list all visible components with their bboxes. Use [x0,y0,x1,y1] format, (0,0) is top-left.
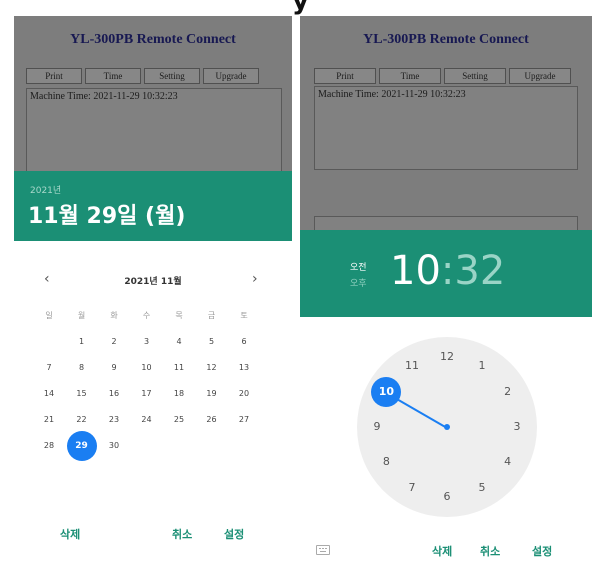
calendar-day[interactable]: 24 [134,410,160,430]
calendar-day[interactable]: 9 [101,358,127,378]
calendar-day[interactable]: 11 [166,358,192,378]
set-button[interactable]: 설정 [224,526,244,542]
month-label: 2021년 11월 [124,277,182,287]
clock-number[interactable]: 11 [402,358,422,374]
calendar-day[interactable]: 10 [134,358,160,378]
calendar-day[interactable]: 26 [199,410,225,430]
calendar-day[interactable]: 6 [231,332,257,352]
cancel-button[interactable]: 취소 [172,526,192,542]
clock-center-dot [444,424,450,430]
delete-button[interactable]: 삭제 [432,543,452,559]
calendar-day[interactable]: 4 [166,332,192,352]
time-picker-screen: YL-300PB Remote Connect Print Time Setti… [300,16,592,567]
date-picker-screen: YL-300PB Remote Connect Print Time Setti… [14,16,292,567]
clock-number[interactable]: 2 [498,384,518,400]
minute-display[interactable]: 32 [454,248,505,294]
clock-number[interactable]: 1 [472,358,492,374]
set-button[interactable]: 설정 [532,543,552,559]
calendar-day[interactable]: 18 [166,384,192,404]
keyboard-icon[interactable] [316,545,330,555]
calendar-day[interactable]: 7 [36,358,62,378]
calendar-day[interactable]: 5 [199,332,225,352]
weekday-label: 토 [240,311,248,320]
calendar-day[interactable]: 19 [199,384,225,404]
chevron-right-icon[interactable]: › [252,271,258,287]
calendar-day[interactable]: 20 [231,384,257,404]
calendar-day[interactable]: 21 [36,410,62,430]
calendar-day[interactable]: 12 [199,358,225,378]
calendar-day[interactable]: 3 [134,332,160,352]
am-toggle[interactable]: 오전 [350,260,367,273]
calendar-day[interactable]: 27 [231,410,257,430]
month-navigation: ‹ 2021년 11월 › [14,271,292,291]
clock-number[interactable]: 6 [437,489,457,505]
calendar-day[interactable]: 1 [69,332,95,352]
calendar-day[interactable]: 28 [36,436,62,456]
clock-number[interactable]: 3 [507,419,527,435]
calendar-day[interactable]: 23 [101,410,127,430]
pm-toggle[interactable]: 오후 [350,276,367,289]
clock-face[interactable]: 12 1 2 3 4 5 6 7 8 9 10 11 [357,337,537,517]
calendar-day[interactable]: 8 [69,358,95,378]
delete-button[interactable]: 삭제 [60,526,80,542]
calendar-day[interactable]: 25 [166,410,192,430]
weekday-label: 금 [207,311,216,320]
hour-display[interactable]: 10 [390,248,441,294]
date-dialog: 2021년 11월 29일 (월) ‹ 2021년 11월 › 일 월 화 수 목 금 토 1… [14,171,292,567]
calendar-day[interactable]: 30 [101,436,127,456]
calendar-day[interactable]: 13 [231,358,257,378]
weekday-label: 일 [45,311,53,320]
clock-number[interactable]: 7 [402,480,422,496]
weekday-label: 목 [175,311,183,320]
time-dialog: 오전 오후 10:32 12 1 2 3 4 5 6 7 8 9 10 11 삭제 취소 설정 [300,230,592,567]
selected-day[interactable]: 29 [66,431,97,461]
calendar-day[interactable]: 22 [69,410,95,430]
weekday-label: 화 [110,311,118,320]
selected-hour[interactable]: 10 [371,377,402,407]
calendar-day[interactable]: 2 [101,332,127,352]
clock-number[interactable]: 5 [472,480,492,496]
clock-number[interactable]: 9 [367,419,387,435]
time-display: 10:32 [390,248,505,294]
time-separator: : [440,248,455,294]
calendar-day[interactable]: 14 [36,384,62,404]
weekday-label: 월 [77,311,86,320]
weekday-label: 수 [142,311,151,320]
clock-number[interactable]: 4 [498,454,518,470]
cancel-button[interactable]: 취소 [480,543,500,559]
time-header: 오전 오후 10:32 [300,230,592,317]
calendar-day[interactable]: 15 [69,384,95,404]
calendar-day[interactable]: 16 [101,384,127,404]
calendar-day[interactable]: 17 [134,384,160,404]
date-header: 2021년 11월 29일 (월) [14,171,292,241]
year-label[interactable]: 2021년 [30,183,61,196]
selected-date-label: 11월 29일 (월) [28,204,186,229]
clock-number[interactable]: 8 [376,454,396,470]
clock-number[interactable]: 12 [437,349,457,365]
